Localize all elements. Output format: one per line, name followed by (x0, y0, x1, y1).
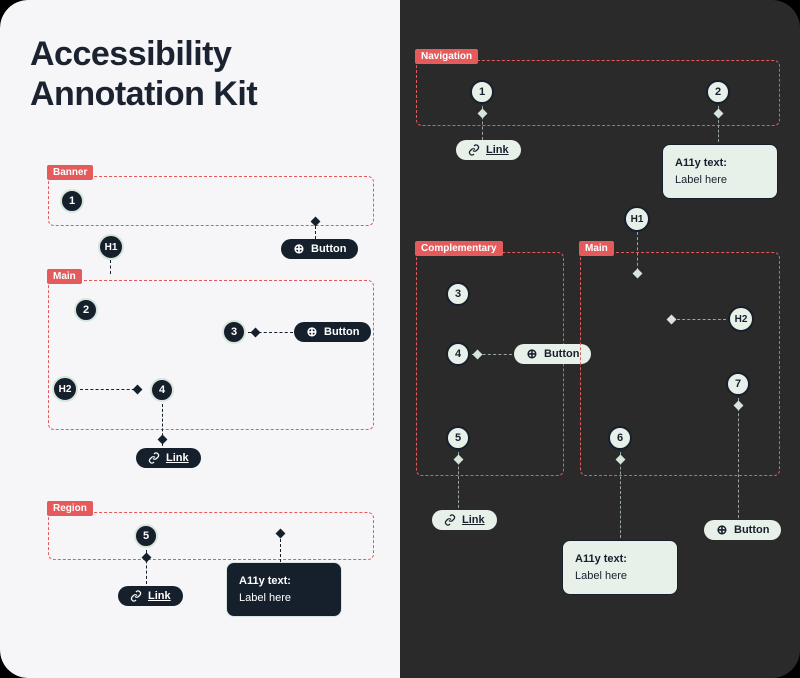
plus-icon (716, 524, 728, 536)
plus-icon (293, 243, 305, 255)
plus-icon (306, 326, 318, 338)
focus-node-2-dark: 2 (706, 80, 730, 104)
link-icon (130, 590, 142, 602)
plus-icon (526, 348, 538, 360)
heading-h1-light: H1 (98, 234, 124, 260)
region-banner: Banner (48, 176, 374, 226)
a11y-text-box-light: A11y text: Label here (226, 562, 342, 617)
region-label-banner: Banner (47, 165, 93, 180)
a11y-text-box-dark-2: A11y text: Label here (562, 540, 678, 595)
link-pill-light-1: Link (136, 448, 201, 468)
heading-h1-dark: H1 (624, 206, 650, 232)
heading-h2-dark: H2 (728, 306, 754, 332)
region-label-main-dark: Main (579, 241, 614, 256)
focus-node-5-light: 5 (134, 524, 158, 548)
a11y-text-box-dark-1: A11y text: Label here (662, 144, 778, 199)
connector (738, 398, 739, 518)
heading-h2-light: H2 (52, 376, 78, 402)
annotation-kit-canvas: Accessibility Annotation Kit Banner 1 Bu… (0, 0, 800, 678)
button-pill-light-2: Button (294, 322, 371, 342)
connector (80, 389, 140, 390)
region-label-main-light: Main (47, 269, 82, 284)
connector (672, 319, 726, 320)
focus-node-5-dark: 5 (446, 426, 470, 450)
link-icon (444, 514, 456, 526)
link-pill-light-2: Link (118, 586, 183, 606)
focus-node-3-light: 3 (222, 320, 246, 344)
focus-node-1-light: 1 (60, 189, 84, 213)
connector (315, 221, 316, 239)
focus-node-7-dark: 7 (726, 372, 750, 396)
link-pill-dark-2: Link (432, 510, 497, 530)
focus-node-4-dark: 4 (446, 342, 470, 366)
region-main-light: Main (48, 280, 374, 430)
region-region-light: Region (48, 512, 374, 560)
link-icon (148, 452, 160, 464)
page-title: Accessibility Annotation Kit (30, 34, 257, 114)
focus-node-2-light: 2 (74, 298, 98, 322)
focus-node-6-dark: 6 (608, 426, 632, 450)
link-pill-dark-1: Link (456, 140, 521, 160)
connector (110, 260, 111, 274)
focus-node-3-dark: 3 (446, 282, 470, 306)
region-label-region-light: Region (47, 501, 93, 516)
link-icon (468, 144, 480, 156)
focus-node-4-light: 4 (150, 378, 174, 402)
connector (620, 452, 621, 538)
focus-node-1-dark: 1 (470, 80, 494, 104)
region-complementary: Complementary (416, 252, 564, 476)
button-pill-dark-2: Button (704, 520, 781, 540)
region-label-complementary: Complementary (415, 241, 503, 256)
region-label-navigation: Navigation (415, 49, 478, 64)
button-pill-light-1: Button (281, 239, 358, 259)
